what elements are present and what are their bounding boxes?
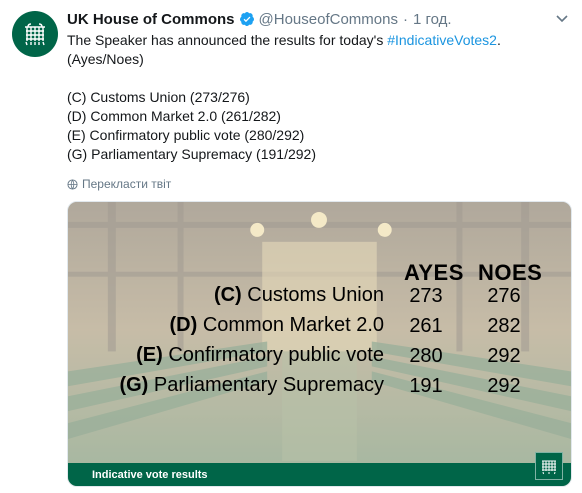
tweet-header: UK House of Commons @HouseofCommons · 1 … — [67, 9, 552, 29]
noes-header: NOES — [478, 260, 543, 285]
avatar[interactable] — [12, 11, 58, 57]
vote-row-label: (D) Common Market 2.0 — [170, 314, 385, 337]
vote-row-name: Customs Union — [247, 284, 384, 306]
timestamp[interactable]: 1 год. — [413, 11, 452, 28]
footer-label: Indicative vote results — [92, 468, 208, 481]
ayes-value: 261 — [409, 315, 443, 337]
vote-row-name: Parliamentary Supremacy — [153, 374, 384, 396]
tweet-image[interactable]: AYES NOES (C) Customs Union 273 276 (D) … — [67, 201, 572, 487]
noes-value: 292 — [487, 375, 521, 397]
verified-badge-icon — [239, 12, 254, 26]
result-line: (D) Common Market 2.0 (261/282) — [67, 108, 281, 124]
tweet-line-2: (Ayes/Noes) — [67, 51, 144, 67]
vote-row: (E) Confirmatory public vote 280 292 — [68, 344, 571, 374]
vote-row-code: (D) — [169, 314, 198, 336]
ayes-header: AYES — [404, 260, 464, 285]
result-line: (E) Confirmatory public vote (280/292) — [67, 127, 305, 143]
globe-icon — [67, 178, 78, 190]
chevron-down-icon[interactable] — [554, 10, 570, 26]
translate-label: Перекласти твіт — [82, 177, 172, 191]
translate-tweet-link[interactable]: Перекласти твіт — [67, 176, 171, 192]
ayes-value: 280 — [409, 345, 443, 367]
result-line: (G) Parliamentary Supremacy (191/292) — [67, 146, 316, 162]
vote-row-name: Confirmatory public vote — [168, 344, 384, 366]
noes-value: 276 — [487, 285, 521, 307]
noes-value: 292 — [487, 345, 521, 367]
vote-row-code: (G) — [119, 374, 149, 396]
tweet-text: The Speaker has announced the results fo… — [67, 31, 567, 164]
portcullis-badge — [535, 452, 563, 480]
vote-row-code: (C) — [213, 284, 242, 306]
vote-row: (C) Customs Union 273 276 — [68, 284, 571, 314]
author-handle[interactable]: @HouseofCommons — [259, 11, 398, 28]
vote-row: (D) Common Market 2.0 261 282 — [68, 314, 571, 344]
author-name[interactable]: UK House of Commons — [67, 11, 235, 28]
result-line: (C) Customs Union (273/276) — [67, 89, 250, 105]
tweet-line-1-end: . — [496, 32, 501, 48]
hashtag-link[interactable]: #IndicativeVotes2 — [387, 32, 497, 48]
portcullis-icon — [542, 460, 556, 475]
vote-row-name: Common Market 2.0 — [202, 314, 384, 336]
image-footer: Indicative vote results — [68, 463, 571, 486]
ayes-value: 273 — [409, 285, 443, 307]
tweet-line-1-text: The Speaker has announced the results fo… — [67, 32, 388, 48]
vote-results-table: AYES NOES (C) Customs Union 273 276 (D) … — [68, 202, 571, 462]
vote-row-code: (E) — [136, 344, 163, 366]
separator: · — [402, 10, 408, 28]
noes-value: 282 — [487, 315, 521, 337]
tweet-line-1: The Speaker has announced the results fo… — [67, 31, 567, 50]
vote-row-label: (G) Parliamentary Supremacy — [119, 374, 384, 397]
vote-row-label: (C) Customs Union — [214, 284, 384, 307]
portcullis-icon — [25, 23, 45, 46]
ayes-value: 191 — [409, 375, 443, 397]
vote-row: (G) Parliamentary Supremacy 191 292 — [68, 374, 571, 404]
vote-row-label: (E) Confirmatory public vote — [136, 344, 384, 367]
